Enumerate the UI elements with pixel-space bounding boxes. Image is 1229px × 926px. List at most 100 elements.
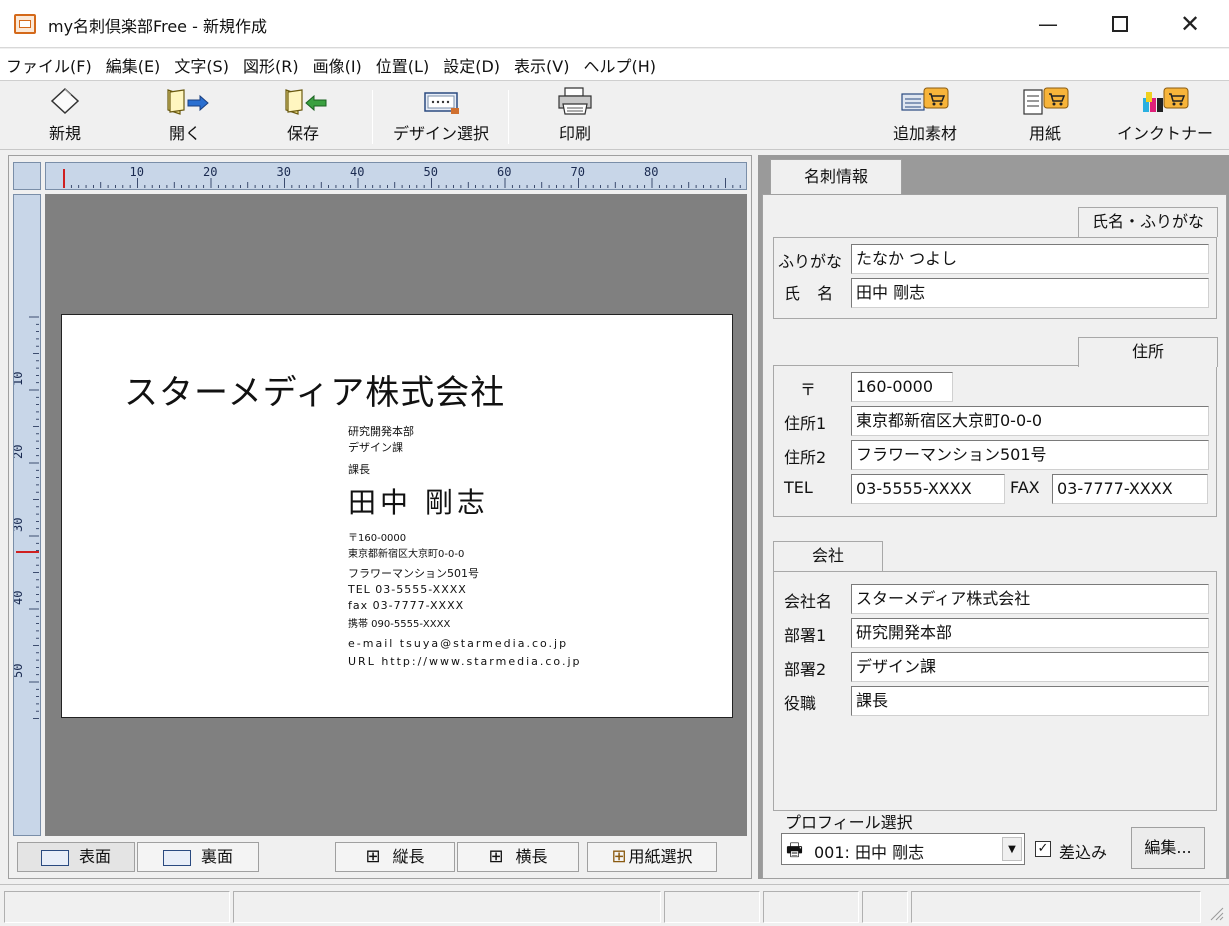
- card-fax[interactable]: fax 03-7777-XXXX: [348, 599, 464, 612]
- save-button-label: 保存: [286, 124, 319, 143]
- address1-input[interactable]: 東京都新宿区大京町0-0-0: [851, 406, 1209, 436]
- additional-materials-label: 追加素材: [892, 124, 957, 143]
- company-group-label[interactable]: 会社: [773, 541, 883, 571]
- design-select-button[interactable]: デザイン選択: [384, 86, 498, 146]
- menu-image[interactable]: 画像(I): [313, 53, 362, 77]
- address2-input[interactable]: フラワーマンション501号: [851, 440, 1209, 470]
- name-group: ふりがな たなか つよし 氏 名 田中 剛志: [773, 237, 1217, 319]
- ruler-label: 30: [277, 165, 291, 179]
- address2-label: 住所2: [784, 448, 827, 467]
- postal-label: 〒: [800, 380, 817, 399]
- maximize-icon[interactable]: [1100, 8, 1140, 40]
- menu-help[interactable]: ヘルプ(H): [583, 53, 656, 77]
- position-input[interactable]: 課長: [851, 686, 1209, 716]
- grid-icon: ⊞: [488, 846, 504, 867]
- ruler-label: 80: [644, 165, 658, 179]
- dept2-input[interactable]: デザイン課: [851, 652, 1209, 682]
- ruler-label: 10: [14, 372, 25, 386]
- open-button[interactable]: 開く: [150, 86, 220, 146]
- name-group-label[interactable]: 氏名・ふりがな: [1078, 207, 1218, 237]
- profile-select[interactable]: 🖶 001: 田中 剛志 ▼: [781, 833, 1025, 865]
- save-folder-icon: [278, 86, 328, 116]
- merge-label: 差込み: [1059, 843, 1108, 862]
- additional-materials-button[interactable]: 追加素材: [880, 86, 970, 146]
- card-info-tab[interactable]: 名刺情報: [770, 159, 902, 195]
- menu-text[interactable]: 文字(S): [174, 53, 229, 77]
- card-tel[interactable]: TEL 03-5555-XXXX: [348, 583, 467, 596]
- menu-view[interactable]: 表示(V): [514, 53, 569, 77]
- company-name-label: 会社名: [784, 592, 833, 611]
- card-address1[interactable]: 東京都新宿区大京町0-0-0: [348, 545, 464, 560]
- new-document-icon: [49, 86, 81, 116]
- card-company[interactable]: スターメディア株式会社: [124, 365, 505, 414]
- close-icon[interactable]: ✕: [1170, 8, 1210, 40]
- card-dept2[interactable]: デザイン課: [348, 439, 403, 455]
- name-input[interactable]: 田中 剛志: [851, 278, 1209, 308]
- profile-select-label: プロフィール選択: [785, 813, 913, 832]
- ink-toner-button[interactable]: インクトナー: [1110, 86, 1220, 146]
- design-canvas[interactable]: スターメディア株式会社 研究開発本部 デザイン課 課長 田中 剛志 〒160-0…: [45, 194, 747, 836]
- paper-button[interactable]: 用紙: [1010, 86, 1080, 146]
- fax-input[interactable]: 03-7777-XXXX: [1052, 474, 1208, 504]
- new-button[interactable]: 新規: [30, 86, 100, 146]
- card-email[interactable]: e-mail tsuya@starmedia.co.jp: [348, 637, 568, 650]
- vertical-layout-label: 縦長: [392, 847, 425, 866]
- minimize-icon[interactable]: —: [1028, 8, 1068, 40]
- business-card-front[interactable]: スターメディア株式会社 研究開発本部 デザイン課 課長 田中 剛志 〒160-0…: [61, 314, 733, 718]
- dept2-label: 部署2: [784, 660, 827, 679]
- card-mobile[interactable]: 携帯 090-5555-XXXX: [348, 615, 450, 630]
- card-postal[interactable]: 〒160-0000: [348, 529, 406, 544]
- status-panel: [664, 891, 760, 923]
- profile-selected-value: 001: 田中 剛志: [814, 843, 925, 862]
- card-title[interactable]: 課長: [348, 461, 370, 477]
- merge-checkbox[interactable]: ✓: [1035, 841, 1051, 857]
- company-name-input[interactable]: スターメディア株式会社: [851, 584, 1209, 614]
- grid-icon: ⊞: [365, 846, 381, 867]
- design-select-label: デザイン選択: [392, 124, 489, 143]
- back-side-tab[interactable]: 裏面: [137, 842, 259, 872]
- materials-cart-icon: [900, 86, 950, 116]
- vertical-layout-tab[interactable]: ⊞ 縦長: [335, 842, 455, 872]
- save-button[interactable]: 保存: [268, 86, 338, 146]
- card-info-pane: 名刺情報 ふりがな たなか つよし 氏 名 田中 剛志 氏名・ふりがな 〒 16…: [758, 155, 1229, 879]
- dept1-input[interactable]: 研究開発本部: [851, 618, 1209, 648]
- ruler-label: 20: [203, 165, 217, 179]
- address-group: 〒 160-0000 住所1 東京都新宿区大京町0-0-0 住所2 フラワーマン…: [773, 365, 1217, 517]
- ink-cart-icon: [1140, 86, 1190, 116]
- furigana-input[interactable]: たなか つよし: [851, 244, 1209, 274]
- print-button[interactable]: 印刷: [540, 86, 610, 146]
- front-side-tab[interactable]: 表面: [17, 842, 135, 872]
- horizontal-layout-tab[interactable]: ⊞ 横長: [457, 842, 579, 872]
- card-url[interactable]: URL http://www.starmedia.co.jp: [348, 655, 582, 668]
- chevron-down-icon[interactable]: ▼: [1002, 837, 1022, 861]
- tel-input[interactable]: 03-5555-XXXX: [851, 474, 1005, 504]
- menu-settings[interactable]: 設定(D): [443, 53, 500, 77]
- paper-select-icon: ⊞: [611, 846, 627, 867]
- menu-position[interactable]: 位置(L): [376, 53, 429, 77]
- card-back-icon: [162, 849, 191, 866]
- ink-toner-label: インクトナー: [1116, 124, 1213, 143]
- menu-shape[interactable]: 図形(R): [243, 53, 299, 77]
- address-group-label[interactable]: 住所: [1078, 337, 1218, 367]
- paper-select-label: 用紙選択: [628, 847, 693, 866]
- horizontal-ruler: 10 20 30 40 50 60 70 80: [45, 162, 747, 190]
- status-panel: [911, 891, 1201, 923]
- vertical-ruler: 10 20 30 40 50: [13, 194, 41, 836]
- menu-edit[interactable]: 編集(E): [106, 53, 161, 77]
- document-tabs: 表面 裏面 ⊞ 縦長 ⊞ 横長 ⊞ 用紙選択: [13, 840, 747, 876]
- card-name[interactable]: 田中 剛志: [348, 481, 489, 521]
- edit-profile-button[interactable]: 編集...: [1131, 827, 1205, 869]
- card-address2[interactable]: フラワーマンション501号: [348, 565, 479, 581]
- status-panel: [4, 891, 230, 923]
- horizontal-layout-label: 横長: [515, 847, 548, 866]
- postal-input[interactable]: 160-0000: [851, 372, 953, 402]
- paper-cart-icon: [1020, 86, 1070, 116]
- paper-select-tab[interactable]: ⊞ 用紙選択: [587, 842, 717, 872]
- toolbar-separator: [508, 90, 509, 144]
- card-dept1[interactable]: 研究開発本部: [348, 423, 414, 439]
- dept1-label: 部署1: [784, 626, 827, 645]
- resize-grip-icon[interactable]: [1205, 902, 1225, 922]
- back-side-label: 裏面: [200, 847, 233, 866]
- new-button-label: 新規: [48, 124, 81, 143]
- menu-file[interactable]: ファイル(F): [6, 53, 92, 77]
